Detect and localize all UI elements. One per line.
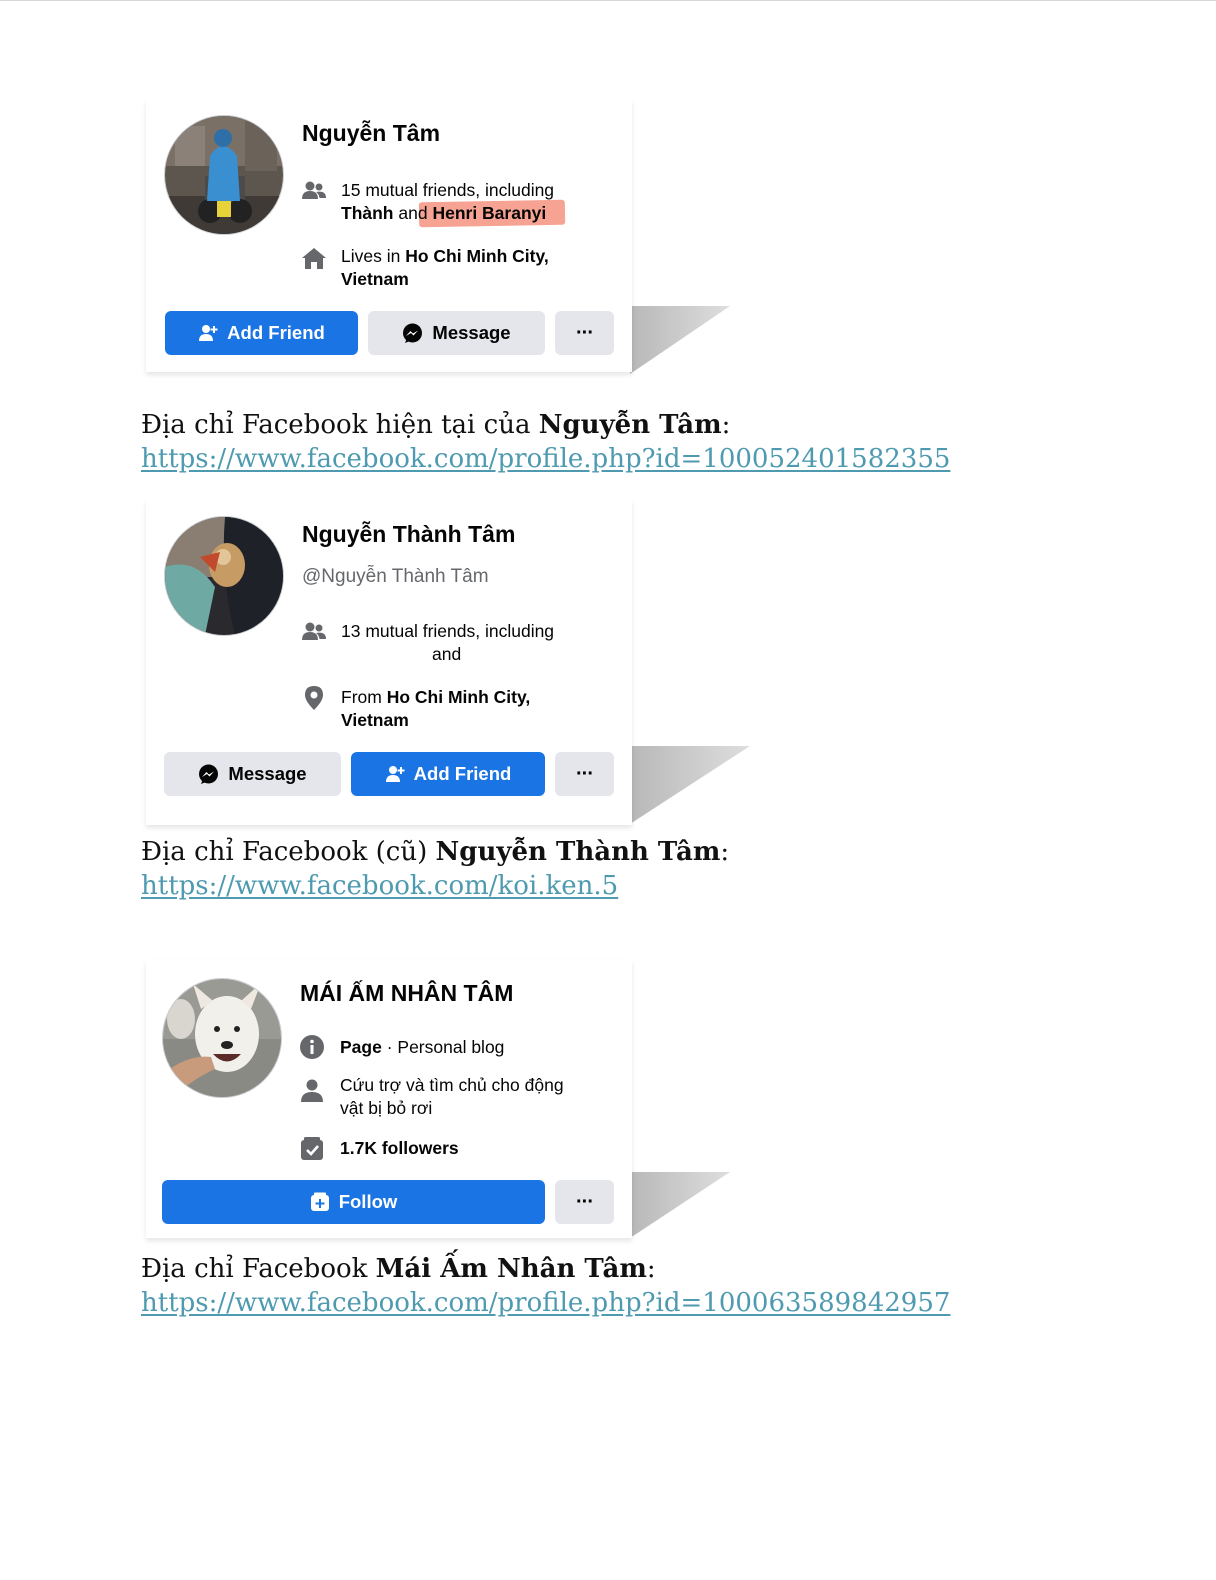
friends-icon xyxy=(302,181,326,199)
follow-button[interactable]: Follow xyxy=(162,1180,545,1224)
mutual-friend-name[interactable]: Henri Baranyi xyxy=(432,203,546,223)
caption-1: Địa chỉ Facebook hiện tại của Nguyễn Tâm… xyxy=(141,410,730,440)
facebook-url-link[interactable]: https://www.facebook.com/koi.ken.5 xyxy=(141,871,618,901)
profile-handle: @Nguyễn Thành Tâm xyxy=(302,566,489,587)
caption-name: Nguyễn Tâm xyxy=(538,410,722,440)
page-description: Cứu trợ và tìm chủ cho động vật bị bỏ rơ… xyxy=(340,1075,564,1118)
profile-card-nguyen-tam: Nguyễn Tâm 15 mutual friends, including … xyxy=(146,100,632,372)
top-border xyxy=(0,0,1216,1)
from-text: From Ho Chi Minh City, Vietnam xyxy=(341,686,601,732)
page-card-mai-am-nhan-tam: MÁI ẤM NHÂN TÂM Page · Personal blog Cứu… xyxy=(146,960,632,1238)
add-friend-button[interactable]: Add Friend xyxy=(351,752,545,796)
caption-prefix: Địa chỉ Facebook (cũ) xyxy=(141,837,428,867)
more-button[interactable]: ··· xyxy=(555,311,614,355)
from-label: From xyxy=(341,687,382,707)
lives-in-city[interactable]: Ho Chi Minh City, xyxy=(405,246,549,266)
message-label: Message xyxy=(432,322,511,343)
message-button[interactable]: Message xyxy=(368,311,545,355)
person-icon xyxy=(301,1079,323,1102)
message-button[interactable]: Message xyxy=(164,752,341,796)
page-type-text: Page · Personal blog xyxy=(340,1036,640,1059)
followers-icon xyxy=(301,1137,323,1160)
page-avatar[interactable] xyxy=(162,978,282,1098)
info-icon xyxy=(300,1035,324,1059)
facebook-url-link[interactable]: https://www.facebook.com/profile.php?id=… xyxy=(141,1288,950,1318)
mutual-friends-text: 15 mutual friends, including Thành and H… xyxy=(341,179,641,225)
follow-icon xyxy=(310,1192,329,1211)
profile-card-nguyen-thanh-tam: Nguyễn Thành Tâm @Nguyễn Thành Tâm 13 mu… xyxy=(146,500,632,825)
from-country[interactable]: Vietnam xyxy=(341,710,409,730)
mutual-friends-count: 15 mutual friends, including xyxy=(341,180,555,200)
lives-in-label: Lives in xyxy=(341,246,401,266)
followers-text: 1.7K followers xyxy=(340,1137,600,1160)
mutual-and: and xyxy=(398,203,428,223)
profile-avatar[interactable] xyxy=(164,516,284,636)
followers-count[interactable]: 1.7K followers xyxy=(340,1138,459,1158)
friends-icon xyxy=(302,622,326,640)
page-name[interactable]: MÁI ẤM NHÂN TÂM xyxy=(300,980,513,1007)
more-button[interactable]: ··· xyxy=(555,1180,614,1224)
from-city[interactable]: Ho Chi Minh City, xyxy=(387,687,531,707)
follow-label: Follow xyxy=(338,1191,398,1212)
mutual-and: and xyxy=(432,644,462,664)
profile-avatar[interactable] xyxy=(164,115,284,235)
card-shadow-wedge xyxy=(630,306,730,374)
message-label: Message xyxy=(228,763,307,784)
mutual-friends-count: 13 mutual friends, including xyxy=(341,621,555,641)
page-category: · Personal blog xyxy=(386,1037,505,1057)
more-dots-icon: ··· xyxy=(576,321,594,344)
messenger-icon xyxy=(199,764,219,784)
caption-colon: : xyxy=(646,1254,656,1284)
more-dots-icon: ··· xyxy=(576,762,594,785)
caption-colon: : xyxy=(721,410,731,440)
mutual-friend-name[interactable]: Thành xyxy=(341,203,394,223)
profile-name[interactable]: Nguyễn Thành Tâm xyxy=(302,521,515,548)
caption-colon: : xyxy=(720,837,730,867)
card-shadow-wedge xyxy=(630,746,750,824)
page-label: Page xyxy=(340,1037,382,1057)
add-friend-button[interactable]: Add Friend xyxy=(165,311,358,355)
card-shadow-wedge xyxy=(630,1172,730,1238)
add-friend-icon xyxy=(385,766,405,782)
profile-name[interactable]: Nguyễn Tâm xyxy=(302,120,440,147)
caption-2: Địa chỉ Facebook (cũ) Nguyễn Thành Tâm: xyxy=(141,837,729,867)
add-friend-label: Add Friend xyxy=(227,322,325,343)
home-icon xyxy=(302,248,326,269)
caption-prefix: Địa chỉ Facebook xyxy=(141,1254,368,1284)
lives-in-country[interactable]: Vietnam xyxy=(341,269,409,289)
more-button[interactable]: ··· xyxy=(555,752,614,796)
caption-3: Địa chỉ Facebook Mái Ấm Nhân Tâm: xyxy=(141,1254,656,1284)
caption-name: Nguyễn Thành Tâm xyxy=(435,837,721,867)
messenger-icon xyxy=(403,323,423,343)
lives-in-text: Lives in Ho Chi Minh City, Vietnam xyxy=(341,245,601,291)
location-pin-icon xyxy=(305,686,323,710)
add-friend-label: Add Friend xyxy=(413,763,512,784)
caption-prefix: Địa chỉ Facebook hiện tại của xyxy=(141,410,531,440)
mutual-friends-text: 13 mutual friends, including and xyxy=(341,620,641,666)
add-friend-icon xyxy=(199,325,218,341)
more-dots-icon: ··· xyxy=(576,1190,594,1213)
facebook-url-link[interactable]: https://www.facebook.com/profile.php?id=… xyxy=(141,444,950,474)
caption-name: Mái Ấm Nhân Tâm xyxy=(375,1254,647,1284)
